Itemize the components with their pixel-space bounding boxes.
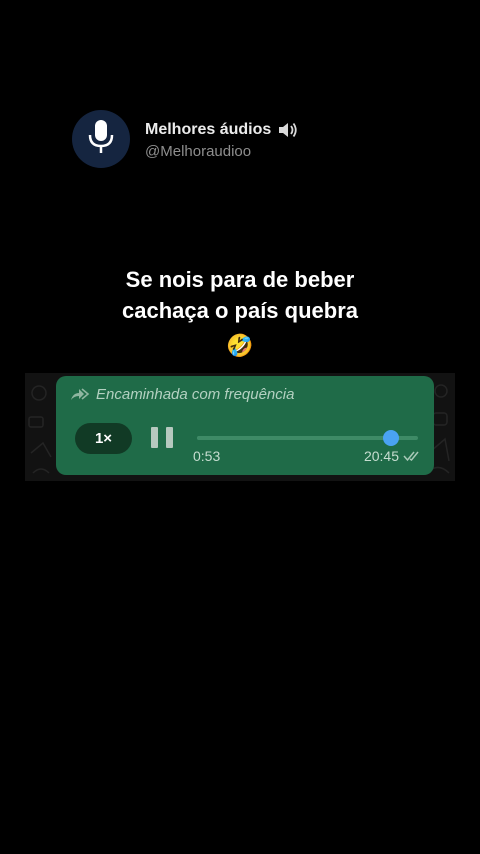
caption-line-2: cachaça o país quebra (122, 298, 358, 323)
audio-progress-knob[interactable] (383, 430, 400, 446)
rolling-laughing-emoji: 🤣 (226, 333, 254, 358)
message-meta: 20:45 (364, 448, 421, 464)
forwarded-label: Encaminhada com frequência (96, 386, 295, 403)
microphone-icon (86, 119, 116, 160)
pause-icon[interactable] (151, 427, 173, 449)
forwarded-label-row: Encaminhada com frequência (70, 386, 294, 403)
voice-message-bubble[interactable]: Encaminhada com frequência 1× 0:53 20:45 (56, 376, 434, 475)
pause-bar-right (166, 427, 173, 448)
author-name-row: Melhores áudios (145, 119, 299, 141)
author-name[interactable]: Melhores áudios (145, 121, 271, 139)
elapsed-time: 0:53 (193, 448, 221, 464)
double-forward-arrow-icon (70, 387, 90, 402)
author-info: Melhores áudios @Melhoraudioo (145, 119, 299, 160)
caption-line-1: Se nois para de beber (125, 267, 355, 292)
message-time: 20:45 (363, 448, 399, 464)
audio-progress-track[interactable] (197, 430, 418, 446)
post-caption: Se nois para de beber cachaça o país que… (40, 264, 440, 361)
playback-speed-button[interactable]: 1× (75, 423, 132, 454)
post-header: Melhores áudios @Melhoraudioo (72, 110, 299, 168)
speaker-icon (277, 121, 299, 139)
double-check-icon (403, 450, 421, 462)
author-handle[interactable]: @Melhoraudioo (145, 143, 299, 160)
avatar[interactable] (72, 110, 130, 168)
pause-bar-left (151, 427, 158, 448)
audio-progress-fill (197, 436, 392, 440)
